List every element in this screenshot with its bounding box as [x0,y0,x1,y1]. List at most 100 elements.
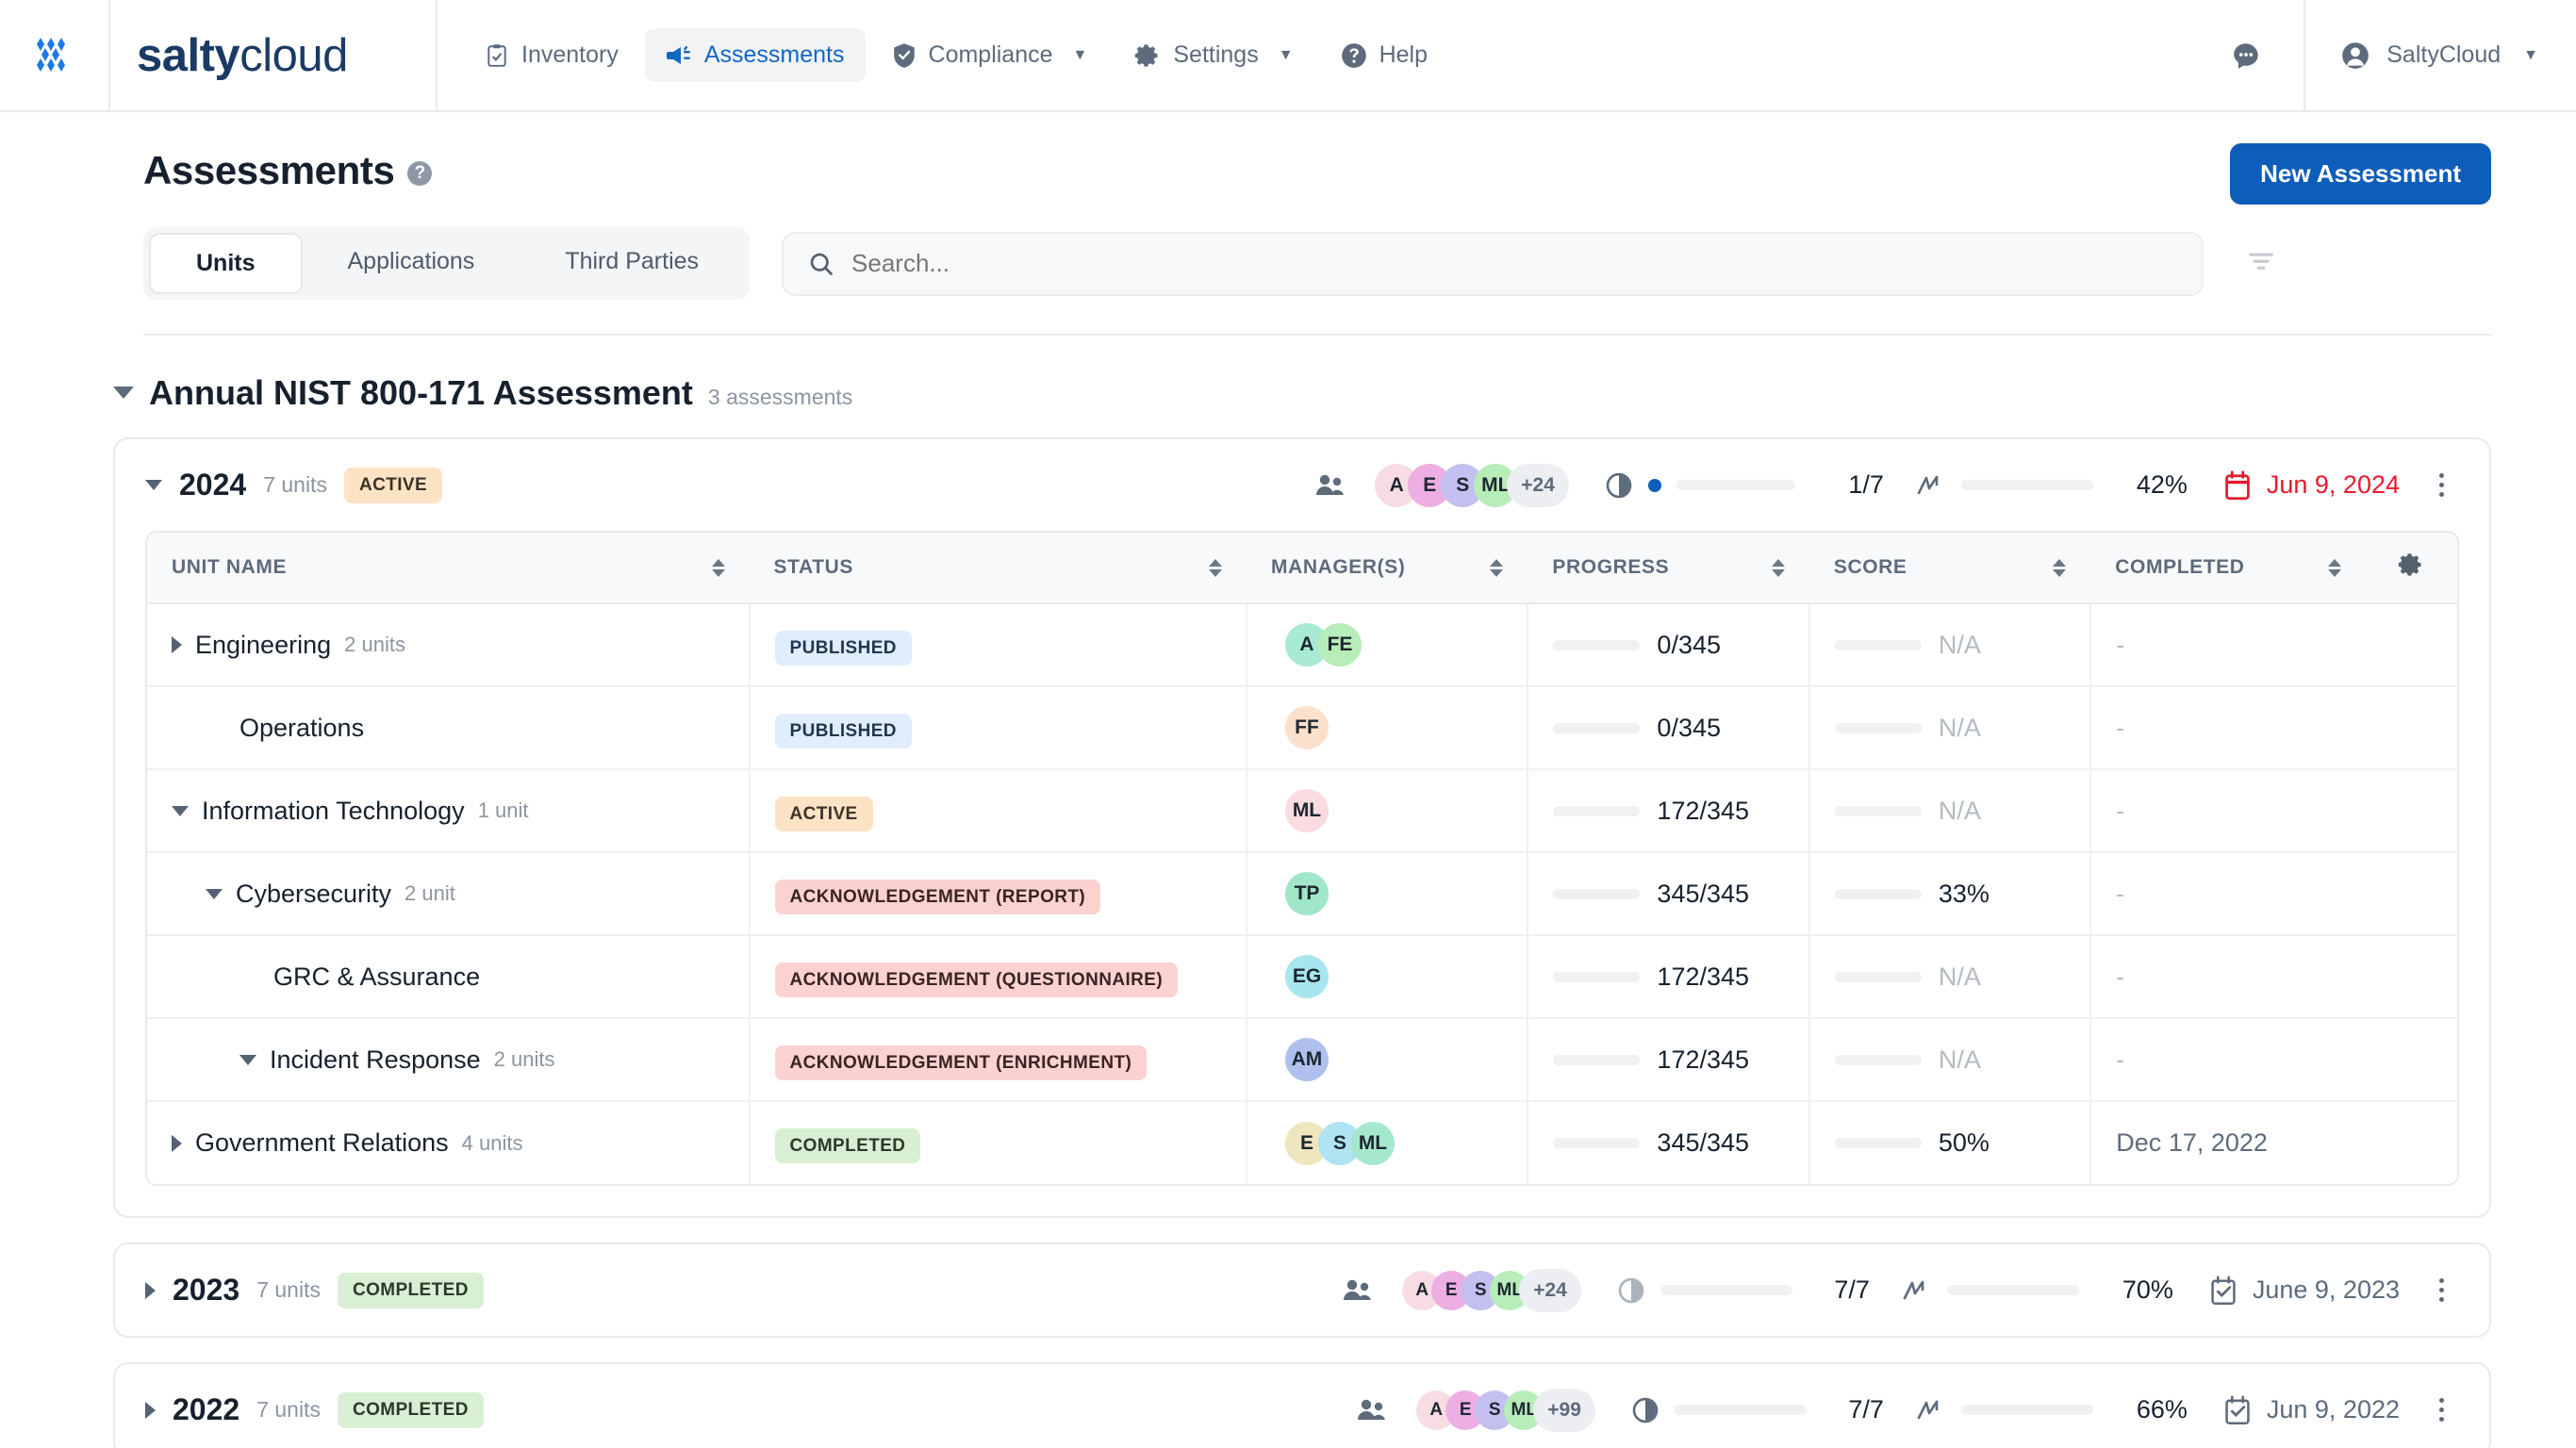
cell-unit-name[interactable]: Incident Response 2 units [147,1018,751,1102]
progress-value: 172/345 [1657,1045,1750,1074]
row-expand-toggle[interactable] [172,636,182,653]
cell-unit-name[interactable]: Cybersecurity 2 unit [147,852,751,936]
group-title: Annual NIST 800-171 Assessment [149,373,693,412]
sort-toggle-managers[interactable] [1490,558,1504,577]
cell-progress: 0/345 [1527,603,1810,687]
new-assessment-button[interactable]: New Assessment [2230,143,2491,205]
row-collapse-toggle[interactable] [239,1054,256,1065]
col-header-progress[interactable]: PROGRESS [1527,533,1809,604]
score-value-2023: 70% [2122,1275,2173,1304]
sort-toggle-progress[interactable] [1771,558,1785,577]
group-collapse-toggle[interactable] [113,387,134,399]
progress-value: 345/345 [1657,1128,1750,1157]
col-header-completed[interactable]: COMPLETED [2090,533,2366,604]
col-header-managers[interactable]: MANAGER(S) [1246,533,1528,604]
year-expand-toggle-2023[interactable] [145,1281,156,1299]
user-menu[interactable]: SaltyCloud ▼ [2305,0,2576,110]
year-collapse-toggle-2024[interactable] [145,480,162,490]
col-label-score: SCORE [1833,556,1907,578]
managers-metric-2022[interactable]: A E S ML +99 [1356,1388,1595,1432]
col-header-unit-name[interactable]: UNIT NAME [147,533,750,604]
chevron-down-icon-settings[interactable]: ▼ [1279,47,1294,64]
filter-button[interactable] [2236,236,2287,291]
cell-managers[interactable]: AM [1246,1018,1529,1102]
cell-spacer [2365,603,2457,687]
app-logo[interactable] [0,0,110,110]
year-row-2022[interactable]: 2022 7 units COMPLETED A E S ML +99 7/7 … [115,1364,2489,1448]
row-collapse-toggle[interactable] [206,888,223,899]
progress-metric-2022: 7/7 [1631,1395,1884,1424]
table-row[interactable]: Operations PUBLISHED FF 0/345 N/A - [147,686,2457,770]
sort-toggle-unit-name[interactable] [711,558,725,577]
status-badge: ACKNOWLEDGEMENT (ENRICHMENT) [774,1045,1148,1080]
col-header-score[interactable]: SCORE [1808,533,2091,604]
cell-managers[interactable]: E S ML [1246,1101,1529,1184]
avatar: ML [1350,1121,1395,1165]
people-icon [1314,472,1346,499]
table-row[interactable]: Information Technology 1 unit ACTIVE ML … [147,769,2457,853]
row-collapse-toggle[interactable] [172,805,189,816]
table-header-row: UNIT NAME STATUS MANAGER(S) PROGRESS SCO… [147,533,2457,604]
table-row[interactable]: Incident Response 2 units ACKNOWLEDGEMEN… [147,1018,2457,1102]
nav-item-compliance[interactable]: Compliance ▼ [871,28,1109,82]
row-expand-toggle[interactable] [172,1134,182,1152]
table-row[interactable]: GRC & Assurance ACKNOWLEDGEMENT (QUESTIO… [147,935,2457,1019]
managers-metric-2023[interactable]: A E S ML +24 [1342,1268,1581,1312]
chevron-down-icon-user[interactable]: ▼ [2523,47,2538,64]
row-menu-button-2024[interactable] [2432,464,2452,506]
cell-spacer [2365,686,2457,770]
row-menu-button-2022[interactable] [2432,1389,2452,1431]
year-expand-toggle-2022[interactable] [145,1401,156,1419]
unit-count-label: 4 units [461,1130,523,1155]
tab-third-parties[interactable]: Third Parties [520,233,744,294]
cell-unit-name[interactable]: Government Relations 4 units [147,1101,751,1184]
row-menu-button-2023[interactable] [2432,1269,2452,1311]
cell-managers[interactable]: TP [1246,852,1529,936]
avatar-overflow-count[interactable]: +99 [1533,1388,1595,1432]
chevron-down-icon-compliance[interactable]: ▼ [1073,47,1088,64]
table-row[interactable]: Government Relations 4 units COMPLETED E… [147,1101,2457,1184]
score-metric-2022: 66% [1916,1395,2188,1424]
units-table-body: Engineering 2 units PUBLISHED A FE 0/345 … [147,603,2457,1184]
cell-unit-name[interactable]: Operations [147,686,751,770]
search-input[interactable] [851,249,2178,278]
col-header-settings[interactable] [2365,533,2457,604]
cell-unit-name[interactable]: Information Technology 1 unit [147,769,751,853]
nav-item-inventory[interactable]: Inventory [464,28,639,82]
brand-wordmark[interactable]: saltycloud [110,0,438,110]
cell-managers[interactable]: EG [1246,935,1529,1019]
avatar: EG [1284,955,1329,998]
tab-applications[interactable]: Applications [303,233,520,294]
sort-toggle-completed[interactable] [2327,558,2341,577]
cell-unit-name[interactable]: GRC & Assurance [147,935,751,1019]
col-label-unit-name: UNIT NAME [172,556,288,578]
table-row[interactable]: Cybersecurity 2 unit ACKNOWLEDGEMENT (RE… [147,852,2457,936]
cell-managers[interactable]: FF [1246,686,1529,770]
nav-item-assessments[interactable]: Assessments [644,28,866,82]
user-name-label: SaltyCloud [2386,41,2502,68]
sort-toggle-score[interactable] [2053,558,2067,577]
cell-spacer [2365,1018,2457,1102]
tab-units[interactable]: Units [149,233,303,294]
nav-item-help[interactable]: Help [1320,28,1448,82]
year-row-2024[interactable]: 2024 7 units ACTIVE A E S ML +24 1/7 42%… [115,439,2489,531]
search-box[interactable] [782,231,2204,296]
avatar-overflow-count[interactable]: +24 [1507,463,1569,507]
help-tooltip-icon[interactable]: ? [407,161,433,186]
page-header: Assessments ? New Assessment Units Appli… [0,112,2576,336]
sort-toggle-status[interactable] [1208,558,1222,577]
year-row-2023[interactable]: 2023 7 units COMPLETED A E S ML +24 7/7 … [115,1244,2489,1336]
table-row[interactable]: Engineering 2 units PUBLISHED A FE 0/345 … [147,603,2457,687]
people-icon [1356,1397,1388,1423]
cell-managers[interactable]: ML [1246,769,1529,853]
filter-icon [2249,253,2273,270]
avatar-overflow-count[interactable]: +24 [1519,1268,1581,1312]
managers-metric-2024[interactable]: A E S ML +24 [1314,463,1569,507]
cell-score: N/A [1808,686,2092,770]
cell-managers[interactable]: A FE [1246,603,1529,687]
col-header-status[interactable]: STATUS [749,533,1247,604]
chat-button[interactable] [2188,0,2306,110]
cell-score: 50% [1808,1101,2092,1184]
cell-unit-name[interactable]: Engineering 2 units [147,603,751,687]
nav-item-settings[interactable]: Settings ▼ [1114,28,1313,82]
